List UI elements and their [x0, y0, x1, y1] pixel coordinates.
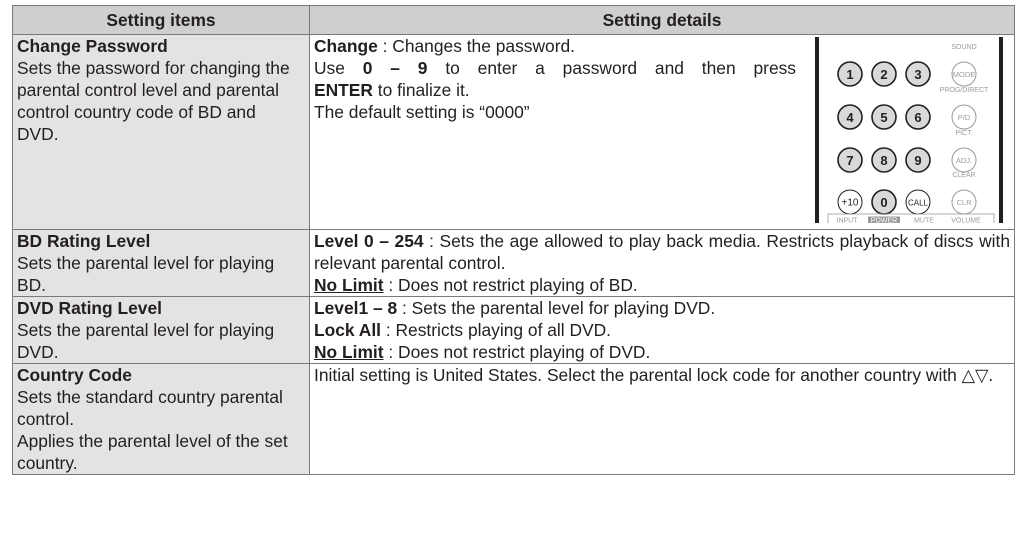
- header-setting-details: Setting details: [309, 5, 1015, 35]
- setting-details-cell: Change : Changes the password. Use 0 – 9…: [309, 34, 1015, 230]
- remote-key-label: 9: [914, 153, 921, 168]
- setting-details-cell: Initial setting is United States. Select…: [309, 363, 1015, 475]
- detail-line: Use 0 – 9 to enter a password and then p…: [314, 58, 797, 78]
- table-row: BD Rating Level Sets the parental level …: [12, 229, 1015, 297]
- detail-line: The default setting is “0000”: [314, 102, 530, 122]
- setting-description: Sets the parental level for playing BD.: [17, 253, 275, 295]
- remote-bottom-label: VOLUME: [951, 218, 981, 224]
- remote-key-label: 6: [914, 110, 921, 125]
- remote-side-key-label: P/D: [958, 113, 971, 122]
- detail-line: Lock All : Restricts playing of all DVD.: [314, 320, 612, 340]
- table-row: DVD Rating Level Sets the parental level…: [12, 296, 1015, 364]
- remote-side-key-label: ADJ.: [956, 156, 972, 165]
- setting-title: DVD Rating Level: [17, 298, 162, 318]
- setting-details-cell: Level1 – 8 : Sets the parental level for…: [309, 296, 1015, 364]
- remote-bottom-label: INPUT: [837, 218, 859, 224]
- setting-title: Change Password: [17, 36, 168, 56]
- detail-line: Level1 – 8 : Sets the parental level for…: [314, 298, 716, 318]
- remote-key-label: 0: [880, 195, 887, 210]
- setting-item-cell: Change Password Sets the password for ch…: [12, 34, 310, 230]
- remote-key-label: CALL: [908, 199, 929, 208]
- detail-line: ENTER to finalize it.: [314, 80, 470, 100]
- remote-key-label: 8: [880, 153, 887, 168]
- table-row: Country Code Sets the standard country p…: [12, 363, 1015, 475]
- detail-line: No Limit : Does not restrict playing of …: [314, 342, 651, 362]
- remote-bottom-label: MUTE: [914, 218, 934, 224]
- remote-side-label: PROG/DIRECT: [940, 87, 989, 94]
- remote-control-illustration: 1 2 3 4 5 6 7 8 9 +10 0 CALL SOUND PROG/DIRECT PICT. CL…: [815, 37, 1003, 224]
- remote-key-label: 7: [846, 153, 853, 168]
- setting-item-cell: DVD Rating Level Sets the parental level…: [12, 296, 310, 364]
- setting-description: Sets the standard country parental contr…: [17, 387, 288, 473]
- detail-line: Change : Changes the password.: [314, 36, 575, 56]
- remote-side-label: PICT.: [955, 130, 972, 137]
- remote-key-label: 4: [846, 110, 854, 125]
- detail-line: Level 0 – 254 : Sets the age allowed to …: [314, 231, 1010, 273]
- remote-key-label: 2: [880, 67, 887, 82]
- remote-side-label: SOUND: [951, 44, 976, 51]
- setting-description: Sets the parental level for playing DVD.: [17, 320, 275, 362]
- setting-description: Sets the password for changing the paren…: [17, 58, 290, 144]
- setting-details-cell: Level 0 – 254 : Sets the age allowed to …: [309, 229, 1015, 297]
- remote-key-label: 5: [880, 110, 887, 125]
- remote-key-label: 1: [846, 67, 853, 82]
- remote-side-key-label: MODE: [953, 70, 976, 79]
- settings-table: Setting items Setting details Change Pas…: [12, 5, 1015, 475]
- setting-item-cell: BD Rating Level Sets the parental level …: [12, 229, 310, 297]
- remote-key-label: 3: [914, 67, 921, 82]
- setting-title: Country Code: [17, 365, 132, 385]
- remote-side-label: CLEAR: [952, 172, 975, 179]
- table-row: Change Password Sets the password for ch…: [12, 34, 1015, 230]
- remote-bottom-label: POWER: [871, 218, 897, 224]
- remote-side-key-label: CLR: [956, 198, 972, 207]
- detail-line: No Limit : Does not restrict playing of …: [314, 275, 638, 295]
- remote-key-label: +10: [842, 198, 859, 209]
- header-setting-items: Setting items: [12, 5, 310, 35]
- detail-line: Initial setting is United States. Select…: [314, 365, 994, 385]
- setting-item-cell: Country Code Sets the standard country p…: [12, 363, 310, 475]
- setting-title: BD Rating Level: [17, 231, 151, 251]
